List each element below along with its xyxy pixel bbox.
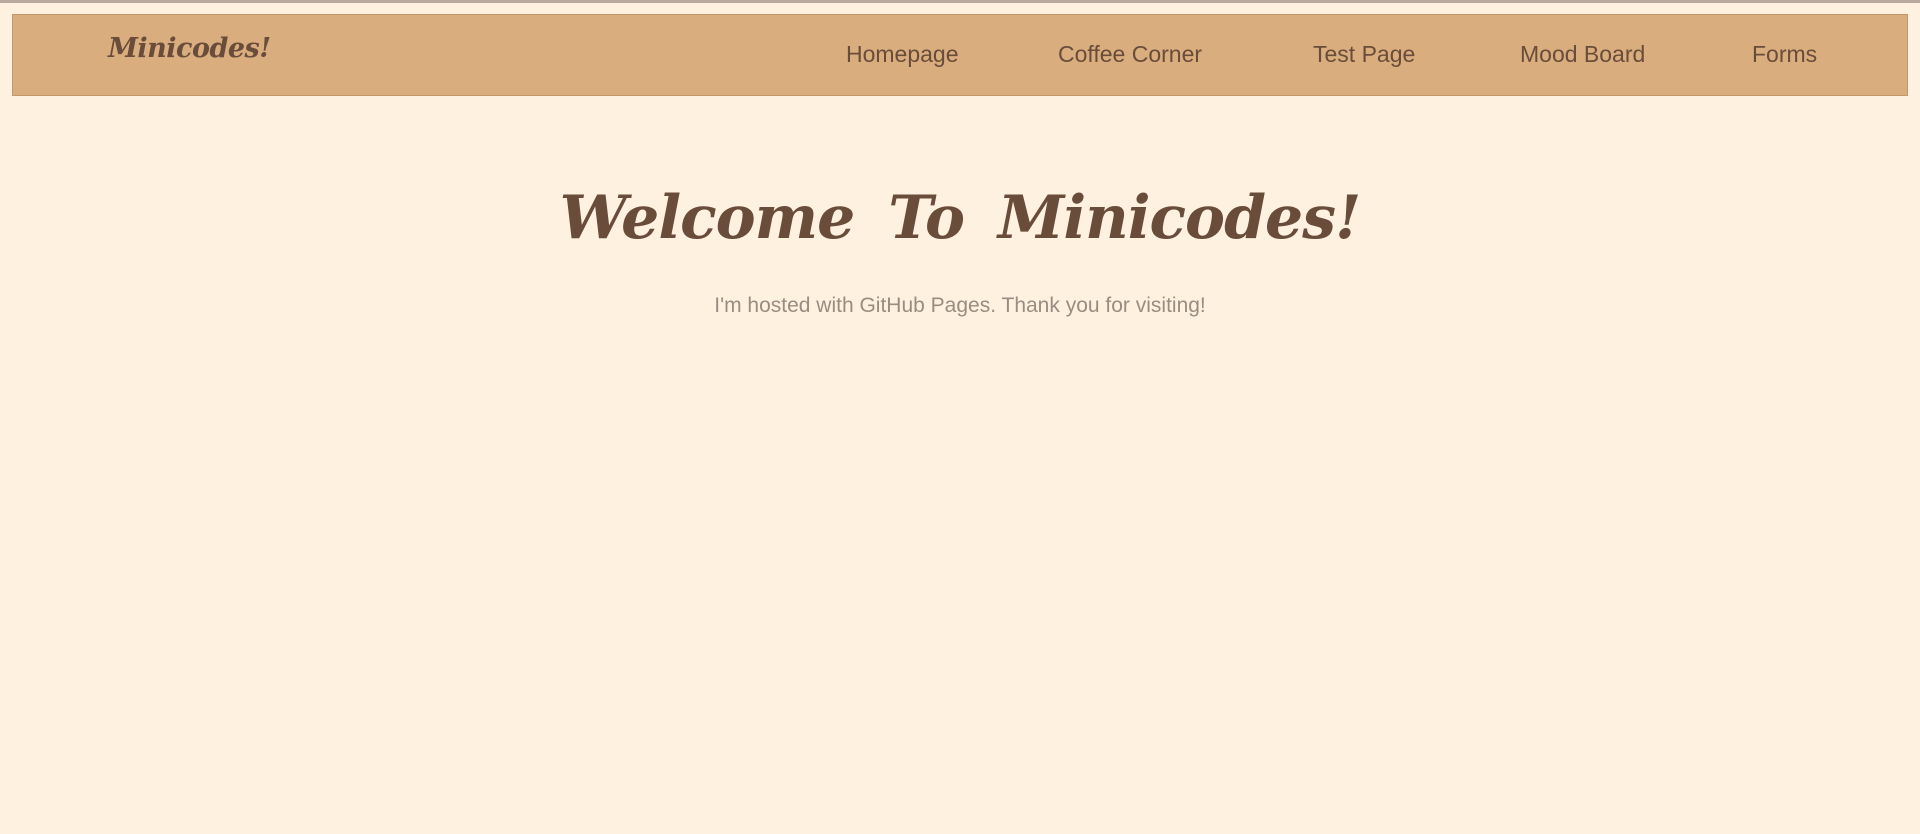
nav-link-test-page[interactable]: Test Page bbox=[1313, 41, 1415, 68]
navbar: Minicodes! Homepage Coffee Corner Test P… bbox=[12, 14, 1908, 96]
nav-link-forms[interactable]: Forms bbox=[1752, 41, 1817, 68]
page-subtitle: I'm hosted with GitHub Pages. Thank you … bbox=[714, 294, 1206, 317]
nav-link-homepage[interactable]: Homepage bbox=[846, 41, 959, 68]
nav-link-coffee-corner[interactable]: Coffee Corner bbox=[1058, 41, 1202, 68]
brand-logo-link[interactable]: Minicodes! bbox=[108, 33, 271, 64]
page: Minicodes! Homepage Coffee Corner Test P… bbox=[0, 0, 1920, 834]
nav-link-mood-board[interactable]: Mood Board bbox=[1520, 41, 1645, 68]
page-title: Welcome To Minicodes! bbox=[559, 183, 1362, 254]
